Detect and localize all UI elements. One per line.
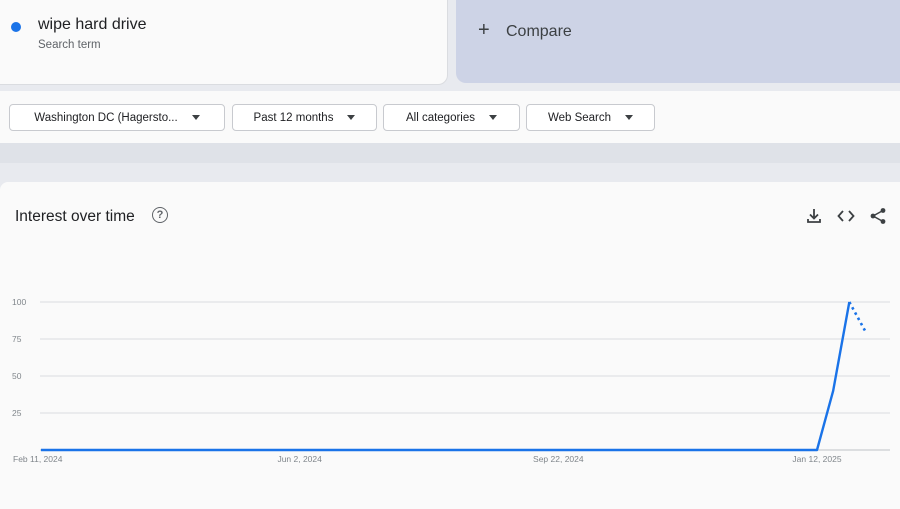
region-dropdown[interactable]: Washington DC (Hagersto... [9,104,225,131]
grid-lines [40,301,890,451]
category-dropdown[interactable]: All categories [383,104,520,131]
x-tick-label: Jun 2, 2024 [277,454,322,464]
y-tick-label: 100 [12,297,26,307]
interest-chart: 100 75 50 25 Feb 11, 2024 Jun 2, 2024 Sep 22, … [12,297,890,464]
term-color-dot [11,22,21,32]
plus-icon: + [478,19,490,41]
search-term-type: Search term [38,39,101,51]
x-tick-label: Jan 12, 2025 [792,454,841,464]
category-value: All categories [405,111,476,124]
caret-down-icon [489,115,498,120]
search-term-name[interactable]: wipe hard drive [38,16,147,34]
caret-down-icon [347,115,356,120]
time-range-dropdown[interactable]: Past 12 months [232,104,377,131]
caret-down-icon [191,115,200,120]
y-tick-label: 75 [12,334,22,344]
section-divider [0,143,900,163]
caret-down-icon [625,115,634,120]
interest-over-time-card: Interest over time ? 100 75 50 25 Feb 11, 20… [0,182,900,509]
tick-labels: 100 75 50 25 Feb 11, 2024 Jun 2, 2024 Sep 22, … [12,297,842,464]
y-tick-label: 25 [12,408,22,418]
y-tick-label: 50 [12,371,22,381]
filter-bar: Washington DC (Hagersto... Past 12 month… [0,91,900,143]
compare-button[interactable]: + Compare [456,0,900,83]
x-tick-label: Sep 22, 2024 [533,454,584,464]
search-type-dropdown[interactable]: Web Search [526,104,655,131]
search-term-card[interactable]: wipe hard drive Search term [0,0,448,85]
region-value: Washington DC (Hagersto... [34,111,178,124]
time-range-value: Past 12 months [253,111,334,124]
compare-label: Compare [506,23,572,40]
search-type-value: Web Search [547,111,612,124]
series-partial-segment [848,301,867,333]
x-tick-label: Feb 11, 2024 [13,454,63,464]
